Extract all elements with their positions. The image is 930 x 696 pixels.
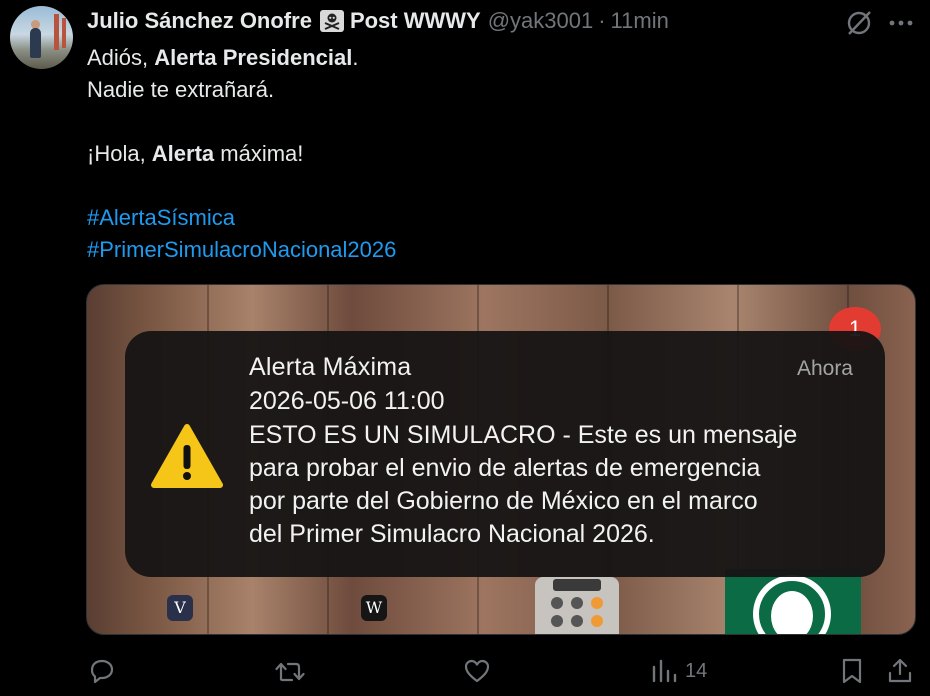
tweet-media-image[interactable]: 1 V W Alerta Máxima Ahora 2026-05-06 11:… [86, 284, 916, 635]
separator-dot: · [598, 8, 606, 33]
author-name-suffix: Post WWWY [349, 8, 481, 33]
alert-body-line: ESTO ES UN SIMULACRO - Este es un mensaj… [249, 421, 798, 449]
more-icon[interactable] [886, 8, 916, 43]
warning-icon [151, 423, 223, 494]
alert-body-line: por parte del Gobierno de México en el m… [249, 487, 758, 515]
views-count: 14 [685, 659, 708, 682]
author-name[interactable]: Julio Sánchez Onofre [87, 8, 312, 34]
alert-body-line: para probar el envio de alertas de emerg… [249, 454, 761, 482]
retweet-icon [275, 662, 305, 682]
reply-button[interactable] [88, 656, 116, 686]
tweet-timestamp[interactable]: 11min [611, 8, 669, 34]
tweet-line: Nadie te extrañará. [87, 77, 275, 102]
tweet-header: Julio Sánchez Onofre Post WWWY @yak3001 … [87, 6, 669, 36]
alert-body: ESTO ES UN SIMULACRO - Este es un mensaj… [249, 419, 859, 551]
avatar[interactable] [10, 6, 73, 69]
avatar-person-body [30, 28, 41, 58]
alert-title: Alerta Máxima [249, 353, 412, 381]
like-button[interactable] [463, 656, 491, 686]
tweet-line: Adiós, Alerta Presidencial. [87, 45, 359, 70]
tweet-text: Adiós, Alerta Presidencial. Nadie te ext… [87, 42, 396, 266]
bookmark-button[interactable] [840, 656, 864, 686]
starbucks-app-icon [725, 569, 861, 634]
avatar-bridge-tower [62, 18, 66, 48]
views-icon [652, 659, 677, 683]
bookmark-icon [842, 658, 862, 684]
calculator-app-icon [535, 577, 619, 634]
grok-icon[interactable] [844, 8, 874, 43]
alert-body-line: del Primer Simulacro Nacional 2026. [249, 520, 655, 548]
like-icon [464, 659, 490, 683]
tweet-action-bar: 14 [0, 650, 930, 694]
alert-date: 2026-05-06 11:00 [249, 387, 445, 415]
views-button[interactable]: 14 [651, 656, 707, 686]
retweet-button[interactable] [274, 656, 306, 686]
share-icon [888, 658, 912, 683]
share-button[interactable] [886, 656, 914, 686]
tweet-line: ¡Hola, Alerta máxima! [87, 141, 304, 166]
app-icon: W [361, 595, 387, 621]
author-handle[interactable]: @yak3001 [488, 8, 594, 34]
skull-crossbones-icon [319, 10, 344, 32]
reply-icon [90, 659, 114, 684]
hashtag-link[interactable]: #PrimerSimulacroNacional2026 [87, 237, 396, 262]
alert-timestamp: Ahora [796, 357, 853, 380]
emergency-alert-notification: Alerta Máxima Ahora 2026-05-06 11:00 EST… [125, 331, 885, 577]
hashtag-link[interactable]: #AlertaSísmica [87, 205, 235, 230]
app-icon: V [167, 595, 193, 621]
avatar-bridge-tower [54, 14, 59, 50]
